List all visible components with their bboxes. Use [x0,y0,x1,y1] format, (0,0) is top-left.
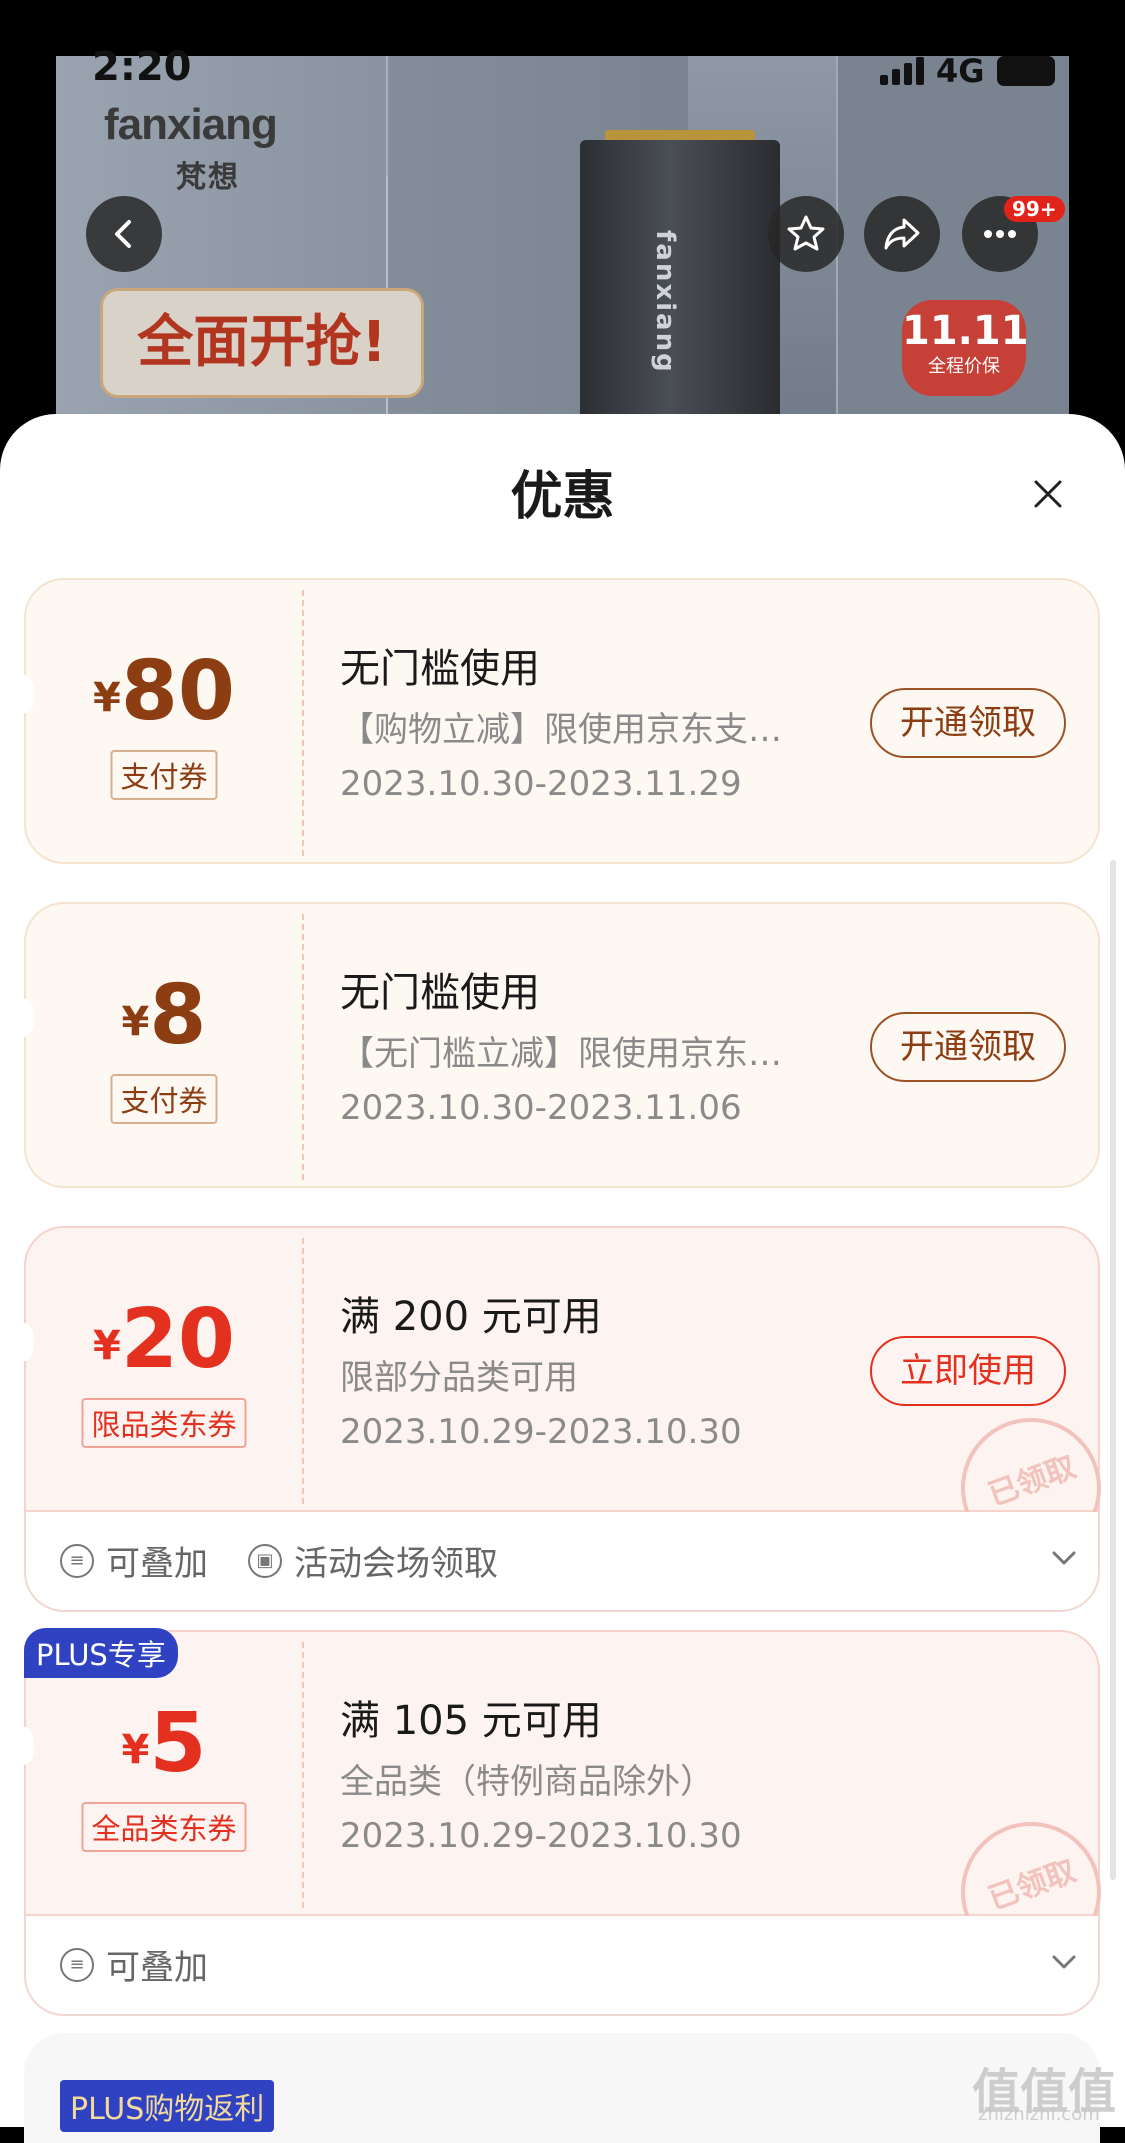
coupon-description: 限部分品类可用 [340,1358,578,1398]
chevron-down-icon[interactable] [1046,1540,1082,1576]
coupon-value-area: ¥8 支付券 [26,904,302,1190]
stackable-label: 可叠加 [106,1948,208,1988]
status-indicators: 4G [880,52,1055,90]
currency-symbol: ¥ [93,1323,121,1369]
coupon-title: 满 200 元可用 [340,1294,602,1340]
star-icon [787,215,825,251]
coupon-amount-value: 8 [149,968,207,1063]
coupon-type-tag: 限品类东券 [81,1398,247,1448]
venue-label: 活动会场领取 [294,1544,498,1584]
coupon-date-range: 2023.10.29-2023.10.30 [340,1412,742,1452]
coupon-divider [302,1642,304,1908]
coupon-type-tag: 全品类东券 [81,1802,247,1852]
status-time: 2:20 [92,44,192,90]
back-button[interactable] [86,196,162,272]
use-now-button[interactable]: 立即使用 [870,1336,1066,1406]
ssd-product-image [580,140,780,440]
brand-logo: fanxiang [104,100,278,149]
coupon-amount: ¥20 [26,1292,302,1387]
coupon-divider [302,590,304,856]
coupon-type-tag: 支付券 [110,1074,218,1124]
coupon-divider [302,914,304,1180]
badge-small-text: 全程价保 [928,356,1000,377]
double-eleven-badge: 11.11 全程价保 [902,300,1029,396]
coupon-title: 无门槛使用 [340,970,540,1016]
stack-icon: ≡ [60,1543,94,1578]
coupon-card: ¥80 支付券 无门槛使用 【购物立减】限使用京东支… 2023.10.30-2… [20,578,1100,866]
stackable-info: ≡ 可叠加 [60,1940,208,1989]
coupon-value-area: ¥80 支付券 [26,580,302,866]
coupon-amount: ¥8 [26,968,302,1063]
close-icon[interactable] [1028,474,1068,514]
activate-claim-button[interactable]: 开通领取 [870,688,1066,758]
claimed-stamp-text: 已领取 [983,1853,1081,1918]
chevron-down-icon[interactable] [1046,1944,1082,1980]
stack-icon: ≡ [60,1947,94,1982]
plus-exclusive-tag: PLUS专享 [24,1628,178,1678]
claimed-stamp-text: 已领取 [983,1449,1081,1514]
coupon-value-area: ¥20 限品类东券 [26,1228,302,1514]
coupon-date-range: 2023.10.29-2023.10.30 [340,1816,742,1856]
coupon-date-range: 2023.10.30-2023.11.06 [340,1088,742,1128]
share-icon [884,218,920,250]
coupon-type-tag: 支付券 [110,750,218,800]
badge-big-text: 11.11 [902,308,1029,354]
coupon-title: 无门槛使用 [340,646,540,692]
coupon-description: 【无门槛立减】限使用京东… [340,1034,782,1074]
coupon-divider [302,1238,304,1504]
coupon-amount-value: 5 [149,1696,207,1791]
coupon-amount-value: 20 [120,1292,235,1387]
venue-ticket-icon: ▣ [248,1543,282,1578]
chevron-left-icon [115,220,131,248]
currency-symbol: ¥ [93,675,121,721]
favorite-button[interactable] [768,196,844,272]
coupon-amount: ¥5 [26,1696,302,1791]
network-type: 4G [936,52,985,90]
stackable-info: ≡ 可叠加 [60,1536,208,1585]
coupon-amount-value: 80 [120,644,235,739]
coupon-extra-info[interactable]: ≡ 可叠加 ▣ 活动会场领取 [24,1512,1100,1612]
scrollbar[interactable] [1110,860,1116,1880]
coupon-description: 【购物立减】限使用京东支… [340,710,782,750]
battery-icon [996,56,1055,86]
brand-logo-sub: 梵想 [176,160,240,195]
signal-icon [880,57,924,85]
coupon-date-range: 2023.10.30-2023.11.29 [340,764,742,804]
promo-banner: 全面开抢! [100,288,424,398]
coupon-card: ¥5 全品类东券 满 105 元可用 全品类（特例商品除外） 2023.10.2… [20,1630,1101,1918]
ssd-brand-text: fanxiang [650,230,680,374]
currency-symbol: ¥ [121,1727,150,1773]
coupon-card: ¥8 支付券 无门槛使用 【无门槛立减】限使用京东… 2023.10.30-20… [20,902,1100,1190]
watermark-site: zhizhizhi.com [978,2104,1100,2125]
claimed-stamp: 已领取 [961,1418,1101,1514]
stackable-label: 可叠加 [106,1544,208,1584]
claimed-stamp: 已领取 [961,1822,1101,1918]
coupon-extra-info[interactable]: ≡ 可叠加 [24,1916,1100,2016]
coupon-card: ¥20 限品类东券 满 200 元可用 限部分品类可用 2023.10.29-2… [20,1226,1101,1514]
venue-info: ▣ 活动会场领取 [248,1536,498,1585]
coupon-description: 全品类（特例商品除外） [340,1762,714,1802]
currency-symbol: ¥ [121,999,150,1045]
coupon-amount: ¥80 [26,644,302,739]
message-count-badge: 99+ [1004,196,1065,222]
share-button[interactable] [864,196,940,272]
coupon-title: 满 105 元可用 [340,1698,602,1744]
plus-rebate-tag: PLUS购物返利 [60,2080,275,2132]
activate-claim-button[interactable]: 开通领取 [870,1012,1066,1082]
sheet-title: 优惠 [510,467,615,527]
